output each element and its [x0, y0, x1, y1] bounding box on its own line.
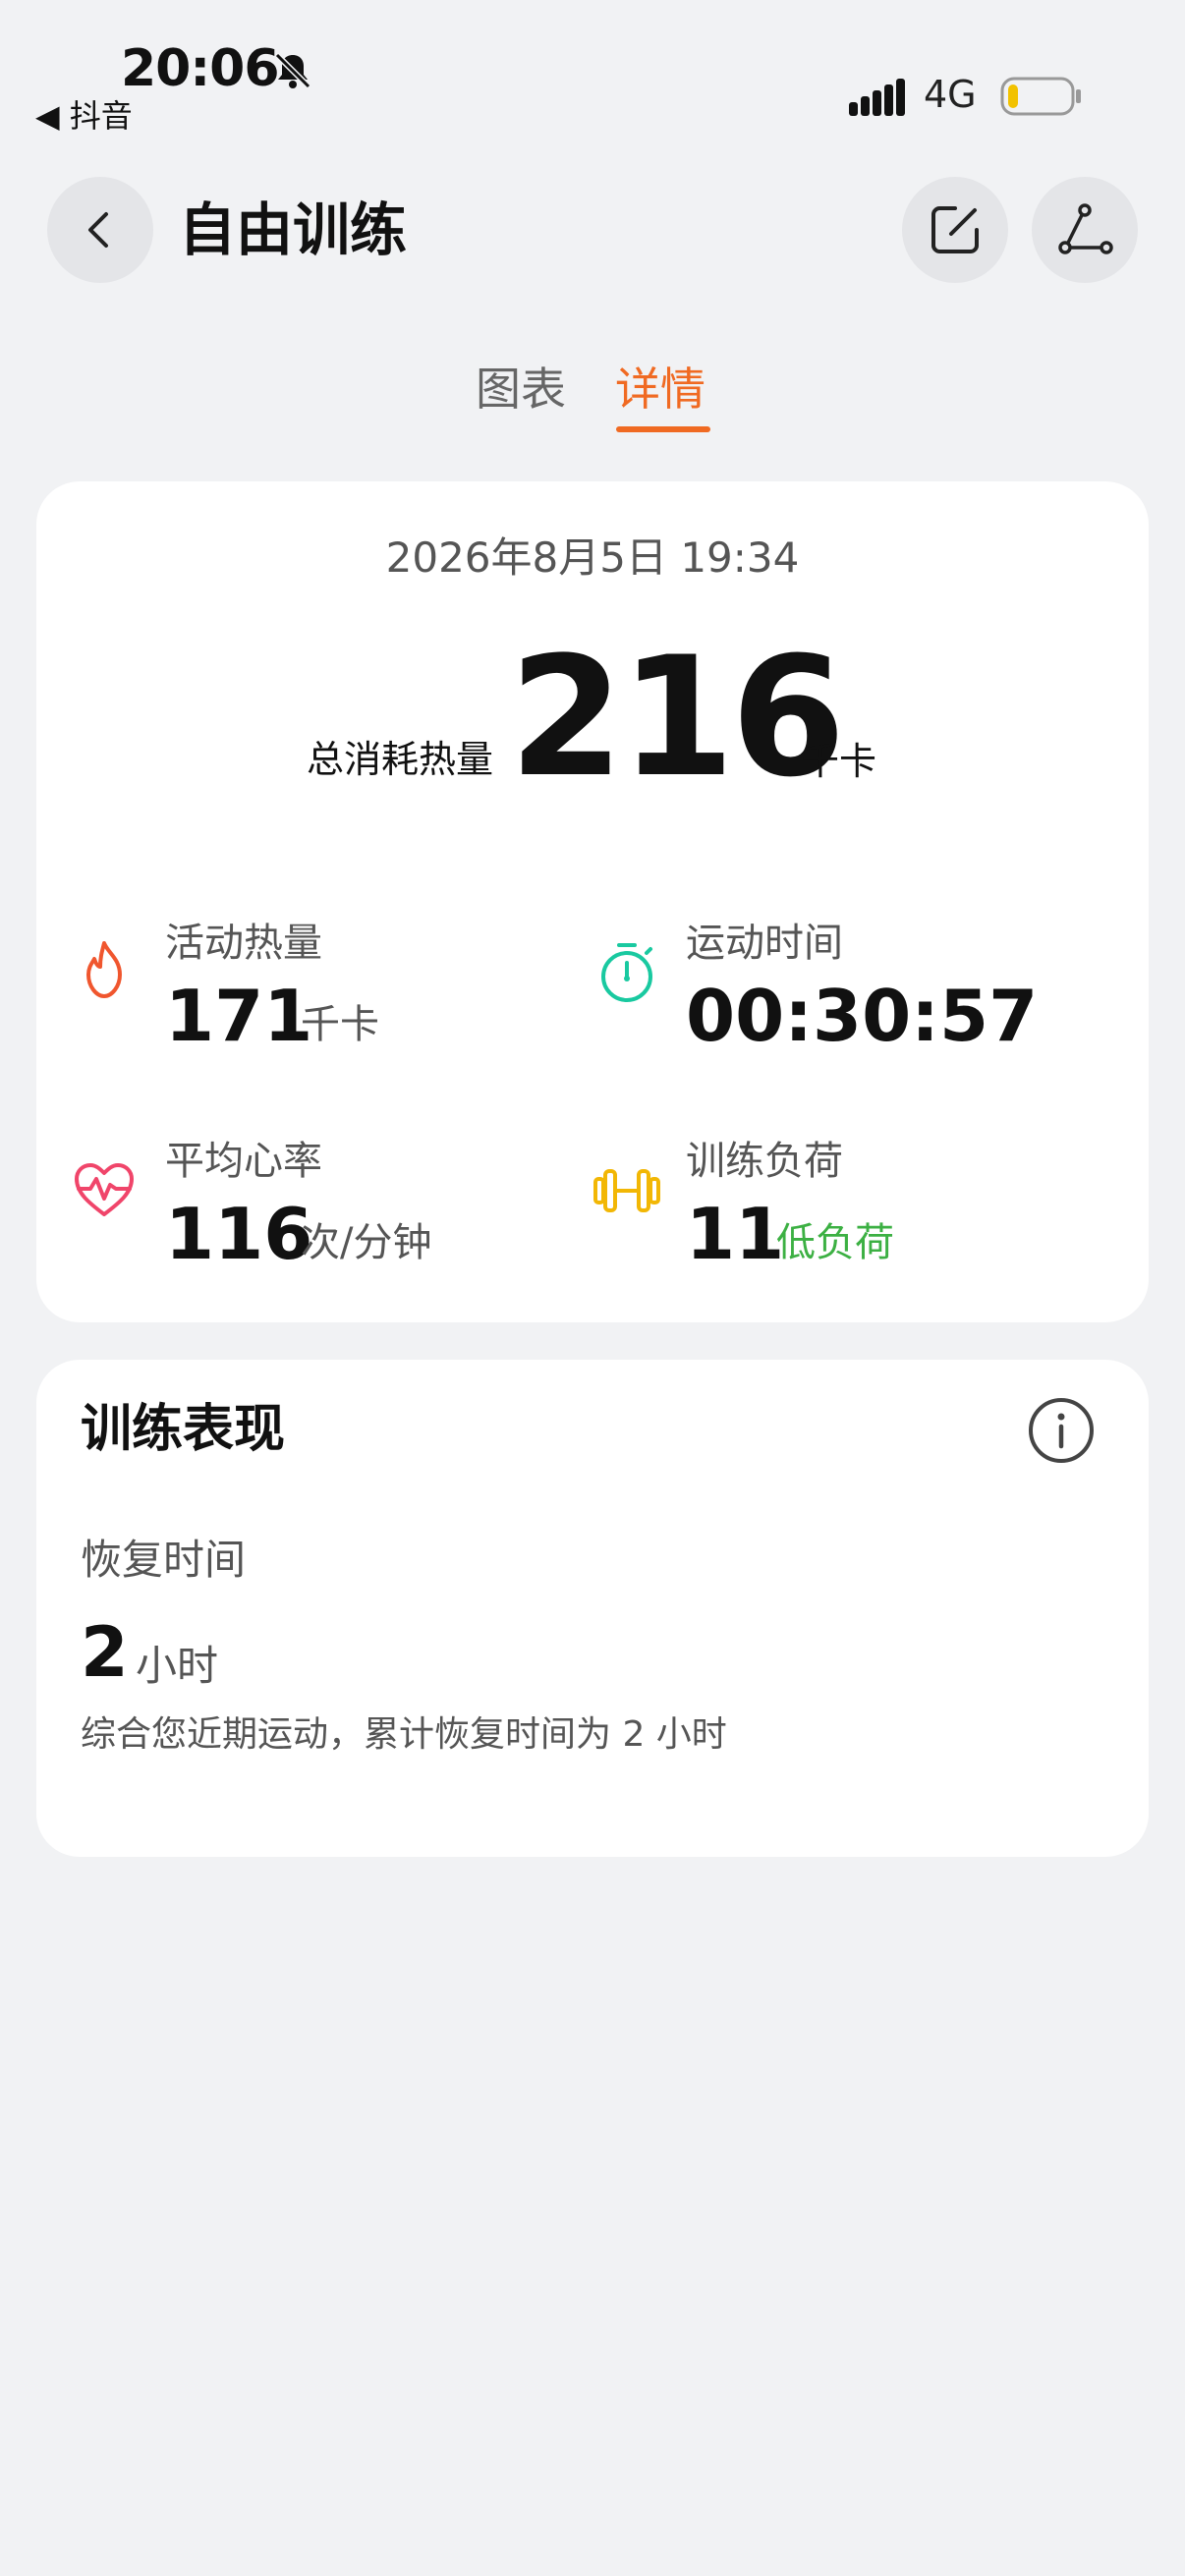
active-calories-value: 171 [165, 975, 313, 1057]
battery-icon [1000, 77, 1081, 116]
duration-label: 运动时间 [686, 921, 843, 966]
tab-chart[interactable]: 图表 [476, 360, 566, 419]
avg-heart-rate-value: 116 [165, 1193, 313, 1275]
info-icon[interactable] [1026, 1395, 1097, 1466]
chevron-left-icon [88, 212, 108, 248]
bell-off-icon [274, 52, 311, 89]
network-type: 4G [924, 73, 977, 116]
avg-heart-rate-label: 平均心率 [165, 1139, 322, 1184]
edit-icon [931, 206, 979, 253]
share-icon [1058, 203, 1113, 254]
tab-detail[interactable]: 详情 [615, 360, 705, 419]
recovery-time-value: 2 [81, 1612, 129, 1693]
active-calories-unit: 千卡 [301, 1002, 379, 1047]
signal-icon [849, 79, 905, 116]
back-to-app-link[interactable]: ◀ 抖音 [35, 96, 133, 136]
tab-active-indicator [616, 426, 710, 432]
total-calories-label: 总消耗热量 [307, 738, 494, 781]
back-button[interactable] [47, 177, 153, 283]
avg-heart-rate-unit: 次/分钟 [301, 1220, 432, 1265]
training-load-value: 11 [686, 1193, 785, 1275]
training-load-level: 低负荷 [776, 1220, 894, 1265]
workout-datetime: 2026年8月5日 19:34 [385, 533, 800, 582]
total-calories-value: 216 [509, 621, 846, 813]
page-title: 自由训练 [179, 196, 408, 263]
heart-rate-icon [75, 1163, 134, 1216]
recovery-time-unit: 小时 [136, 1642, 219, 1690]
dumbbell-icon [593, 1169, 660, 1212]
edit-button[interactable] [902, 177, 1008, 283]
performance-title: 训练表现 [81, 1400, 286, 1459]
duration-value: 00:30:57 [686, 975, 1039, 1057]
status-time: 20:06 [121, 39, 280, 98]
recovery-description: 综合您近期运动，累计恢复时间为 2 小时 [81, 1714, 727, 1755]
training-load-label: 训练负荷 [686, 1139, 843, 1184]
stopwatch-icon [601, 943, 652, 1002]
flame-icon [86, 941, 122, 998]
active-calories-label: 活动热量 [165, 921, 322, 966]
recovery-time-label: 恢复时间 [81, 1536, 247, 1584]
total-calories-unit: 千卡 [802, 740, 877, 783]
share-button[interactable] [1032, 177, 1138, 283]
